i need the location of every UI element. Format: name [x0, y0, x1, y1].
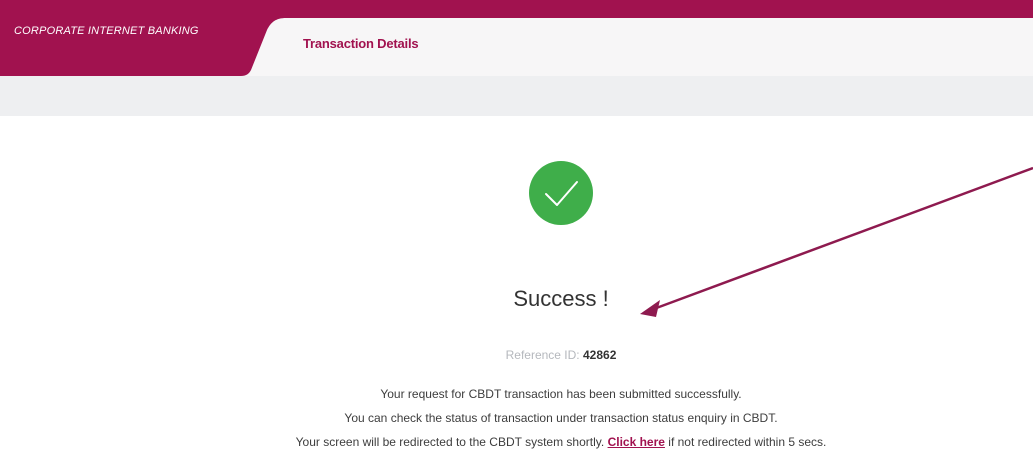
check-circle-icon — [529, 161, 593, 225]
brand-label: CORPORATE INTERNET BANKING — [14, 25, 199, 37]
tab-transaction-details[interactable]: Transaction Details — [303, 36, 419, 51]
reference-line: Reference ID: 42862 — [0, 348, 1033, 362]
reference-label: Reference ID: — [505, 348, 580, 362]
message-redirect: Your screen will be redirected to the CB… — [0, 435, 1033, 449]
message-redirect-after: if not redirected within 5 secs. — [668, 435, 827, 449]
success-panel: Success ! Reference ID: 42862 Your reque… — [0, 116, 1033, 469]
message-redirect-before: Your screen will be redirected to the CB… — [295, 435, 605, 449]
message-status-enquiry: You can check the status of transaction … — [344, 411, 778, 425]
page: CORPORATE INTERNET BANKING Transaction D… — [0, 0, 1033, 469]
reference-value: 42862 — [583, 348, 617, 362]
brand-block — [0, 0, 296, 76]
message-submitted: Your request for CBDT transaction has be… — [380, 387, 742, 401]
top-header: CORPORATE INTERNET BANKING Transaction D… — [0, 0, 1033, 76]
sub-header-bar — [0, 76, 1033, 116]
click-here-link[interactable]: Click here — [608, 435, 665, 449]
header-background — [0, 0, 1033, 76]
success-title: Success ! — [513, 286, 609, 311]
